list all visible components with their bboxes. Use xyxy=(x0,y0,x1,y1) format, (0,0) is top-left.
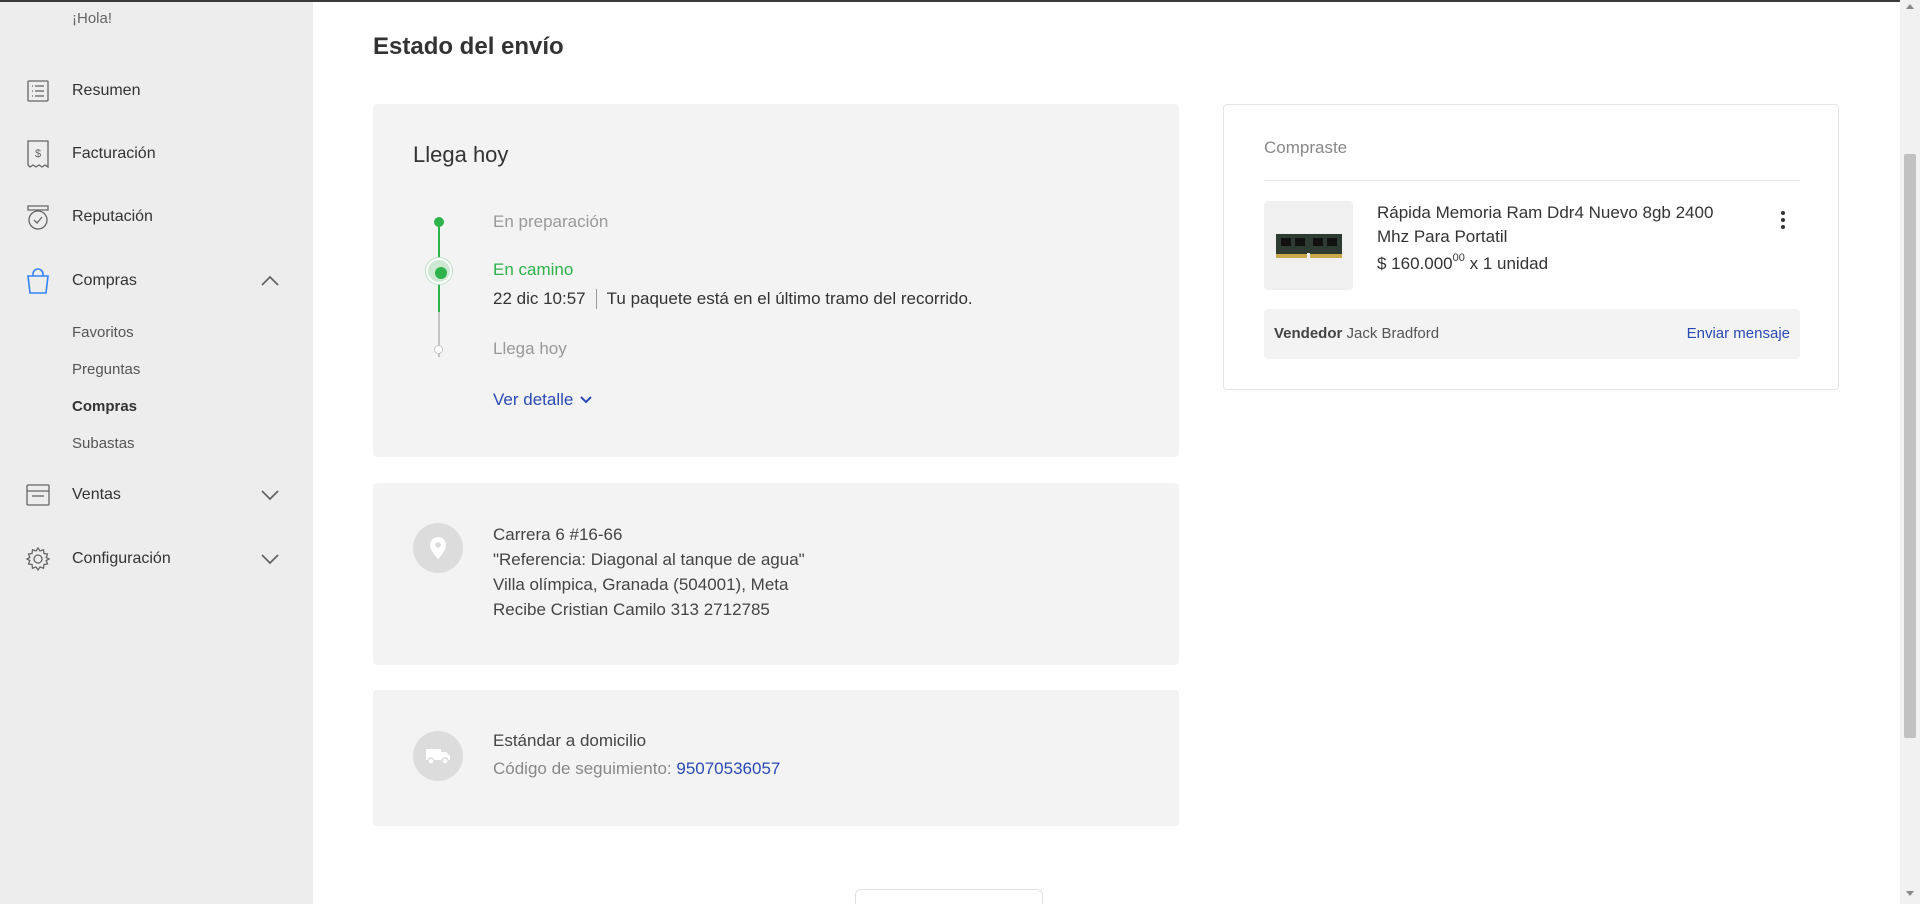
view-detail-link[interactable]: Ver detalle xyxy=(493,390,593,410)
address-city: Villa olímpica, Granada (504001), Meta xyxy=(493,575,789,594)
scroll-up-icon[interactable] xyxy=(1906,4,1914,9)
chevron-down-icon[interactable] xyxy=(256,481,284,509)
address-reference: "Referencia: Diagonal al tanque de agua" xyxy=(493,550,805,569)
summary-icon xyxy=(24,77,52,105)
sidebar-item-reputacion[interactable]: Reputación xyxy=(0,197,313,237)
sidebar-item-configuracion[interactable]: Configuración xyxy=(0,539,313,579)
greeting: ¡Hola! xyxy=(72,10,113,27)
product-price: $ 160.00000 x 1 unidad xyxy=(1377,252,1548,274)
send-message-link[interactable]: Enviar mensaje xyxy=(1687,325,1790,342)
bottom-button[interactable] xyxy=(855,889,1043,904)
sidebar-item-facturacion[interactable]: $ Facturación xyxy=(0,134,313,174)
sidebar-item-label: Facturación xyxy=(72,145,156,162)
status-title: Llega hoy xyxy=(413,142,509,167)
sidebar-item-ventas[interactable]: Ventas xyxy=(0,475,313,515)
purchase-heading: Compraste xyxy=(1264,138,1348,157)
sidebar-item-compras[interactable]: Compras xyxy=(0,261,313,301)
address-card: Carrera 6 #16-66 "Referencia: Diagonal a… xyxy=(373,483,1179,665)
tracking-label: Código de seguimiento: xyxy=(493,759,672,778)
view-detail-label: Ver detalle xyxy=(493,390,574,409)
location-pin-icon xyxy=(413,523,463,573)
timeline-detail-text: Tu paquete está en el último tramo del r… xyxy=(606,289,973,308)
chevron-down-icon xyxy=(580,396,593,404)
divider xyxy=(595,289,597,309)
billing-icon: $ xyxy=(24,140,52,169)
svg-text:$: $ xyxy=(35,148,41,160)
shipping-status-card: Llega hoy En preparación En camino 22 di… xyxy=(373,104,1179,457)
sidebar: ¡Hola! Resumen $ Facturación Reputación … xyxy=(0,2,313,904)
divider xyxy=(1264,180,1800,181)
tracking-row: Código de seguimiento: 95070536057 xyxy=(493,759,780,779)
price-cents: 00 xyxy=(1452,252,1465,264)
shopping-bag-icon xyxy=(24,267,52,295)
shipping-method-card: Estándar a domicilio Código de seguimien… xyxy=(373,690,1179,826)
seller-name: Jack Bradford xyxy=(1346,325,1440,342)
timeline-dot-pending xyxy=(434,345,443,354)
sidebar-item-label: Configuración xyxy=(72,550,171,567)
gear-icon xyxy=(24,545,52,573)
timeline-detail-time: 22 dic 10:57 xyxy=(493,289,586,308)
more-options-icon[interactable] xyxy=(1772,205,1794,235)
sidebar-item-label: Resumen xyxy=(72,82,141,99)
truck-icon xyxy=(413,731,463,781)
scrollbar-thumb[interactable] xyxy=(1904,154,1916,738)
reputation-icon xyxy=(24,203,52,231)
price-main: $ 160.000 xyxy=(1377,254,1453,273)
chevron-down-icon[interactable] xyxy=(256,545,284,573)
seller-box: Vendedor Jack Bradford Enviar mensaje xyxy=(1264,309,1800,359)
timeline-step-label: En preparación xyxy=(493,212,609,231)
sidebar-subitem-compras[interactable]: Compras xyxy=(72,398,137,415)
sidebar-subitem-favoritos[interactable]: Favoritos xyxy=(72,324,134,341)
product-title[interactable]: Rápida Memoria Ram Ddr4 Nuevo 8gb 2400 M… xyxy=(1377,201,1747,249)
store-icon xyxy=(24,481,52,509)
seller-info: Vendedor Jack Bradford xyxy=(1274,325,1439,342)
purchase-summary-card: Compraste Rápida Memoria Ram Ddr4 Nuevo … xyxy=(1223,104,1839,390)
sidebar-subitem-subastas[interactable]: Subastas xyxy=(72,435,135,452)
seller-label: Vendedor xyxy=(1274,325,1343,342)
chevron-up-icon[interactable] xyxy=(256,267,284,295)
sidebar-subitem-preguntas[interactable]: Preguntas xyxy=(72,361,140,378)
page-title: Estado del envío xyxy=(373,33,564,60)
scroll-down-icon[interactable] xyxy=(1906,891,1914,896)
address-line: Carrera 6 #16-66 xyxy=(493,525,623,544)
sidebar-item-label: Compras xyxy=(72,272,137,289)
scrollbar[interactable] xyxy=(1900,0,1920,904)
sidebar-item-resumen[interactable]: Resumen xyxy=(0,71,313,111)
product-image[interactable] xyxy=(1264,201,1353,290)
sidebar-item-label: Ventas xyxy=(72,486,121,503)
timeline-dot-done xyxy=(434,217,444,227)
timeline-step-label: Llega hoy xyxy=(493,339,567,358)
tracking-code-link[interactable]: 95070536057 xyxy=(676,759,780,778)
sidebar-item-label: Reputación xyxy=(72,208,153,225)
shipping-method: Estándar a domicilio xyxy=(493,731,647,750)
timeline-step-label-current: En camino xyxy=(493,260,574,279)
product-quantity: x 1 unidad xyxy=(1469,254,1549,273)
timeline-detail: 22 dic 10:57 Tu paquete está en el últim… xyxy=(493,289,973,309)
timeline-dot-current xyxy=(426,258,452,284)
address-recipient: Recibe Cristian Camilo 313 2712785 xyxy=(493,600,770,619)
